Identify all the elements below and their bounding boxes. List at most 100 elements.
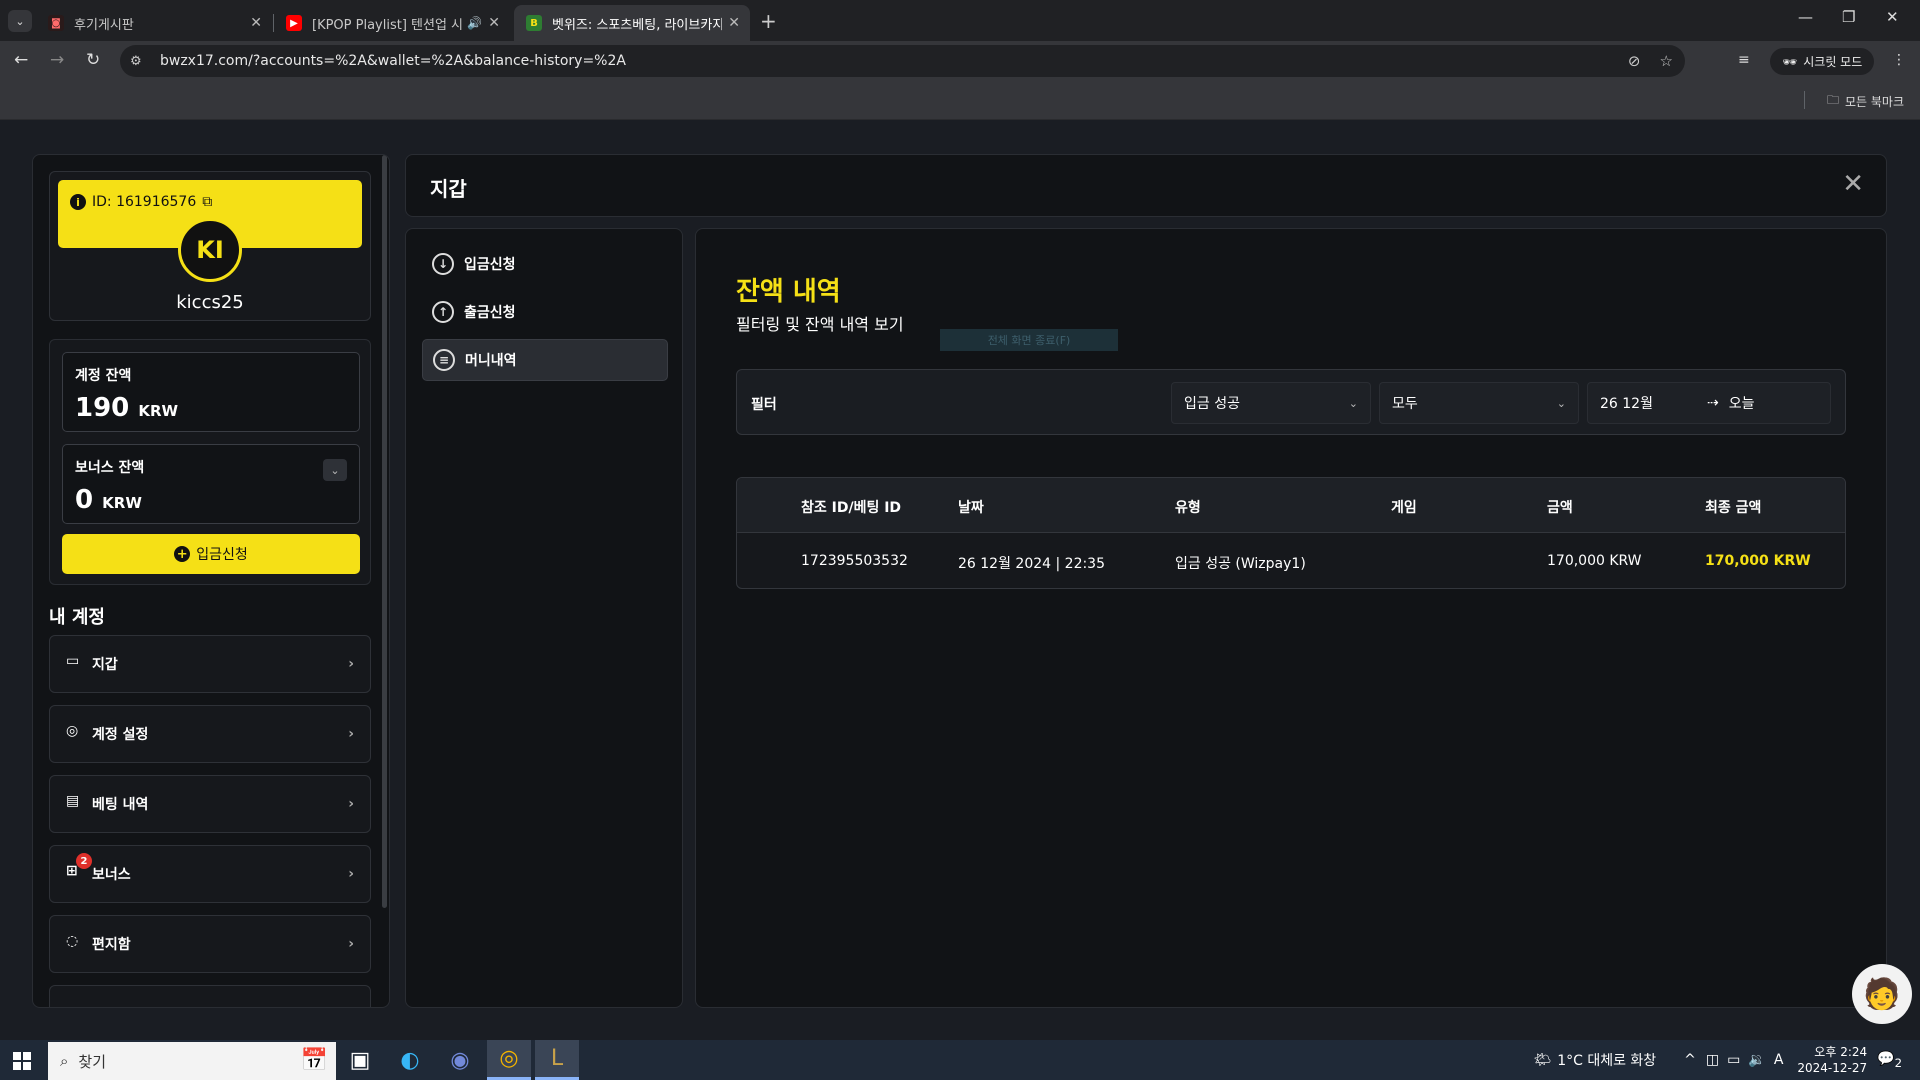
task-view-icon[interactable]: ▣ xyxy=(338,1040,382,1080)
tab-label: 출금신청 xyxy=(464,305,516,321)
profile-card: i ID: 161916576 ⧉ KI kiccs25 xyxy=(49,171,371,321)
browser-tab-3[interactable]: B 벳위즈: 스포츠베팅, 라이브카지 ✕ xyxy=(514,5,750,41)
notification-icon[interactable]: 💬2 xyxy=(1877,1051,1902,1070)
user-icon: ◎ xyxy=(66,723,79,739)
sidebar-item-account-settings[interactable]: ◎ 계정 설정 › xyxy=(49,705,371,763)
chevron-down-icon[interactable]: ⌄ xyxy=(323,459,347,481)
sidebar-item-more[interactable] xyxy=(49,985,371,1007)
notification-badge: 2 xyxy=(76,853,92,869)
account-sidebar: i ID: 161916576 ⧉ KI kiccs25 계정 잔액 190 K… xyxy=(32,154,390,1008)
chevron-up-icon[interactable]: ^ xyxy=(1684,1052,1696,1068)
camera-icon[interactable]: ◫ xyxy=(1706,1052,1719,1068)
url-text[interactable]: bwzx17.com/?accounts=%2A&wallet=%2A&bala… xyxy=(160,53,626,69)
sidebar-item-inbox[interactable]: ◌ 편지함 › xyxy=(49,915,371,973)
volume-icon[interactable]: 🔉 xyxy=(1748,1052,1765,1068)
close-tab-icon[interactable]: ✕ xyxy=(488,15,500,31)
plus-icon: + xyxy=(174,546,191,562)
reload-icon[interactable]: ↻ xyxy=(86,50,100,70)
network-icon[interactable]: ▭ xyxy=(1727,1052,1740,1068)
chrome-icon[interactable]: ◎ xyxy=(487,1040,531,1080)
tab-label: 입금신청 xyxy=(464,257,516,273)
edge-icon[interactable]: ◐ xyxy=(388,1040,432,1080)
date-cell: 26 12월 2024 | 22:35 xyxy=(958,556,1106,572)
final-amount-cell: 170,000 KRW xyxy=(1705,553,1811,569)
sidebar-item-label: 보너스 xyxy=(92,867,131,883)
game-filter-select[interactable]: 모두 ⌄ xyxy=(1379,382,1579,424)
forward-icon[interactable]: → xyxy=(50,50,64,70)
restore-icon[interactable]: ❐ xyxy=(1842,8,1855,26)
info-icon: i xyxy=(70,194,86,210)
wallet-header: 지갑 ✕ xyxy=(405,154,1887,217)
sidebar-item-label: 편지함 xyxy=(92,937,131,953)
taskbar-search[interactable]: ⌕ 찾기 📅 xyxy=(48,1042,336,1080)
date-from: 26 12월 xyxy=(1600,396,1653,412)
type-filter-select[interactable]: 입금 성공 ⌄ xyxy=(1171,382,1371,424)
more-menu-icon[interactable]: ⋮ xyxy=(1892,52,1906,68)
deposit-button-label: 입금신청 xyxy=(196,547,248,563)
close-tab-icon[interactable]: ✕ xyxy=(728,15,740,31)
close-icon[interactable]: ✕ xyxy=(1842,169,1864,199)
tab-withdraw[interactable]: ↑ 출금신청 xyxy=(422,291,668,333)
deposit-button[interactable]: + 입금신청 xyxy=(62,534,360,574)
bonus-balance-label: 보너스 잔액 xyxy=(75,460,145,476)
site-info-icon[interactable]: ⚙ xyxy=(130,54,148,69)
speaker-icon[interactable]: 🔊 xyxy=(467,16,482,30)
eye-off-icon[interactable]: ⊘ xyxy=(1628,52,1641,70)
sidebar-item-label: 지갑 xyxy=(92,657,118,673)
tab-label: 머니내역 xyxy=(465,353,517,369)
weather-icon: 🌤 xyxy=(1533,1052,1552,1068)
tab-title: [KPOP Playlist] 텐션업 시키 xyxy=(312,17,464,33)
panel-title: 잔액 내역 xyxy=(736,277,841,307)
copy-icon[interactable]: ⧉ xyxy=(202,194,212,210)
tab-title: 후기게시판 xyxy=(74,17,134,33)
search-highlight-icon: 📅 xyxy=(300,1048,328,1073)
browser-tab-2[interactable]: ▶ [KPOP Playlist] 텐션업 시키 🔊 ✕ xyxy=(274,5,510,41)
column-header: 게임 xyxy=(1391,500,1417,516)
bonus-balance-card: 보너스 잔액 0 KRW ⌄ xyxy=(62,444,360,524)
new-tab-icon[interactable]: + xyxy=(760,9,777,33)
weather-text[interactable]: 1°C 대체로 화창 xyxy=(1557,1050,1656,1070)
close-tab-icon[interactable]: ✕ xyxy=(250,15,262,31)
date-to: 오늘 xyxy=(1728,396,1755,412)
chevron-right-icon: › xyxy=(348,726,354,742)
discord-icon[interactable]: ◉ xyxy=(438,1040,482,1080)
tab-deposit[interactable]: ↓ 입금신청 xyxy=(422,243,668,285)
chevron-right-icon: › xyxy=(348,866,354,882)
column-header: 참조 ID/베팅 ID xyxy=(801,500,902,516)
user-id: ID: 161916576 xyxy=(92,194,197,210)
wallet-submenu: ↓ 입금신청 ↑ 출금신청 ≡ 머니내역 xyxy=(405,228,683,1008)
column-header: 유형 xyxy=(1175,500,1201,516)
tab-search-button[interactable]: ⌄ xyxy=(8,10,32,32)
ime-indicator[interactable]: A xyxy=(1774,1052,1784,1068)
sidebar-item-wallet[interactable]: ▭ 지갑 › xyxy=(49,635,371,693)
incognito-icon: 🕶 xyxy=(1782,54,1798,69)
bonus-balance-amount: 0 xyxy=(75,485,94,515)
incognito-indicator[interactable]: 🕶 시크릿 모드 xyxy=(1770,48,1875,75)
minimize-icon[interactable]: — xyxy=(1798,8,1813,26)
balance-history-panel: 잔액 내역 필터링 및 잔액 내역 보기 전체 화면 종료(F) 필터 입금 성… xyxy=(695,228,1887,1008)
windows-start-icon[interactable] xyxy=(13,1052,31,1070)
address-bar[interactable]: ⚙ bwzx17.com/?accounts=%2A&wallet=%2A&ba… xyxy=(120,45,1685,77)
sidebar-item-bonus[interactable]: ⊞ 2 보너스 › xyxy=(49,845,371,903)
clock[interactable]: 오후 2:24 2024-12-27 xyxy=(1797,1044,1867,1076)
league-of-legends-icon[interactable]: L xyxy=(535,1040,579,1080)
star-icon[interactable]: ☆ xyxy=(1660,52,1673,70)
back-icon[interactable]: ← xyxy=(14,50,28,70)
sidebar-item-betting-history[interactable]: ▤ 베팅 내역 › xyxy=(49,775,371,833)
folder-icon: 🗀 xyxy=(1826,93,1839,107)
search-icon: ⌕ xyxy=(60,1052,69,1070)
sidebar-item-label: 베팅 내역 xyxy=(92,797,149,813)
reading-list-icon[interactable]: ≡ xyxy=(1738,52,1750,68)
balance-history-table: 참조 ID/베팅 ID 날짜 유형 게임 금액 최종 금액 1723955035… xyxy=(736,477,1846,589)
arrow-right-icon: ⇢ xyxy=(1706,395,1719,411)
chat-icon: ◌ xyxy=(66,933,79,949)
wallet-icon: ▭ xyxy=(66,653,80,669)
all-bookmarks-button[interactable]: 🗀 모든 북마크 xyxy=(1827,91,1904,112)
date-range-picker[interactable]: 26 12월 ⇢ 오늘 xyxy=(1587,382,1831,424)
tab-money-history[interactable]: ≡ 머니내역 xyxy=(422,339,668,381)
close-window-icon[interactable]: ✕ xyxy=(1886,8,1899,26)
browser-tab-1[interactable]: ◙ 후기게시판 ✕ xyxy=(36,5,272,41)
chevron-down-icon: ⌄ xyxy=(1348,396,1358,410)
sidebar-scrollbar[interactable] xyxy=(382,155,387,908)
support-chat-avatar-icon[interactable]: 🧑 xyxy=(1852,964,1912,1024)
